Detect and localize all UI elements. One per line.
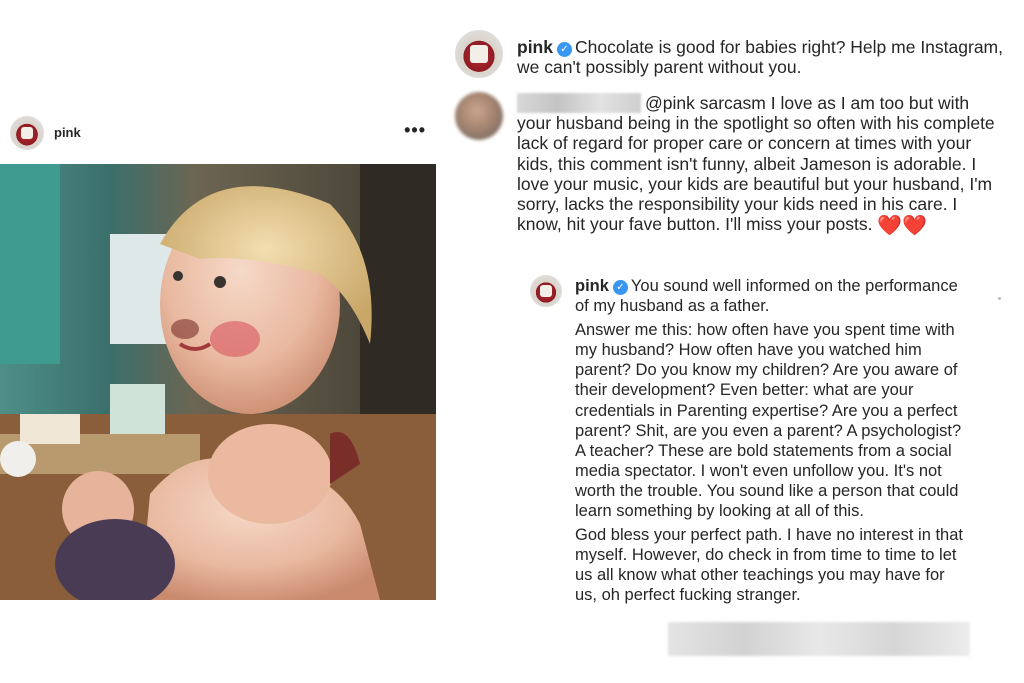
more-options-icon[interactable]: ••• xyxy=(404,120,426,141)
toddler-photo-image xyxy=(0,164,436,600)
mention-link[interactable]: @pink xyxy=(645,93,695,113)
comment-thread: pink ✓ Chocolate is good for babies right?… xyxy=(455,30,1015,670)
caption-text: pink ✓ Chocolate is good for babies right?… xyxy=(517,37,1007,77)
reply-paragraph-1: You sound well informed on the performan… xyxy=(575,277,958,316)
reply-paragraph-2: Answer me this: how often have you spent… xyxy=(575,321,962,521)
avatar[interactable] xyxy=(530,275,562,307)
post-header: pink ••• xyxy=(10,116,430,152)
critic-comment-text: @pink sarcasm I love as I am too but wit… xyxy=(517,93,1002,236)
verified-badge-icon: ✓ xyxy=(556,42,572,57)
reply-text: pink ✓ You sound well informed on the perf… xyxy=(575,276,970,606)
caption-username[interactable]: pink xyxy=(517,37,553,57)
avatar[interactable] xyxy=(455,92,503,140)
avatar[interactable] xyxy=(455,30,503,78)
verified-badge-icon: ✓ xyxy=(612,280,628,295)
heart-emoji-icon: ❤️❤️ xyxy=(877,215,928,238)
instagram-post: pink ••• xyxy=(0,108,440,608)
blurred-username[interactable] xyxy=(517,93,641,113)
critic-comment: @pink sarcasm I love as I am too but wit… xyxy=(455,92,1015,292)
reply-username[interactable]: pink xyxy=(575,277,609,295)
critic-comment-body: sarcasm I love as I am too but with your… xyxy=(517,93,995,235)
reply-comment: pink ✓ You sound well informed on the perf… xyxy=(530,275,1000,670)
reply-paragraph-3: God bless your perfect path. I have no i… xyxy=(575,526,963,605)
scroll-indicator xyxy=(998,297,1001,300)
blurred-redaction xyxy=(668,622,970,656)
caption-comment: pink ✓ Chocolate is good for babies right?… xyxy=(455,30,1015,90)
post-photo[interactable] xyxy=(0,164,436,600)
caption-body: Chocolate is good for babies right? Help… xyxy=(517,37,1003,78)
avatar[interactable] xyxy=(10,116,44,150)
post-username[interactable]: pink xyxy=(54,125,81,140)
